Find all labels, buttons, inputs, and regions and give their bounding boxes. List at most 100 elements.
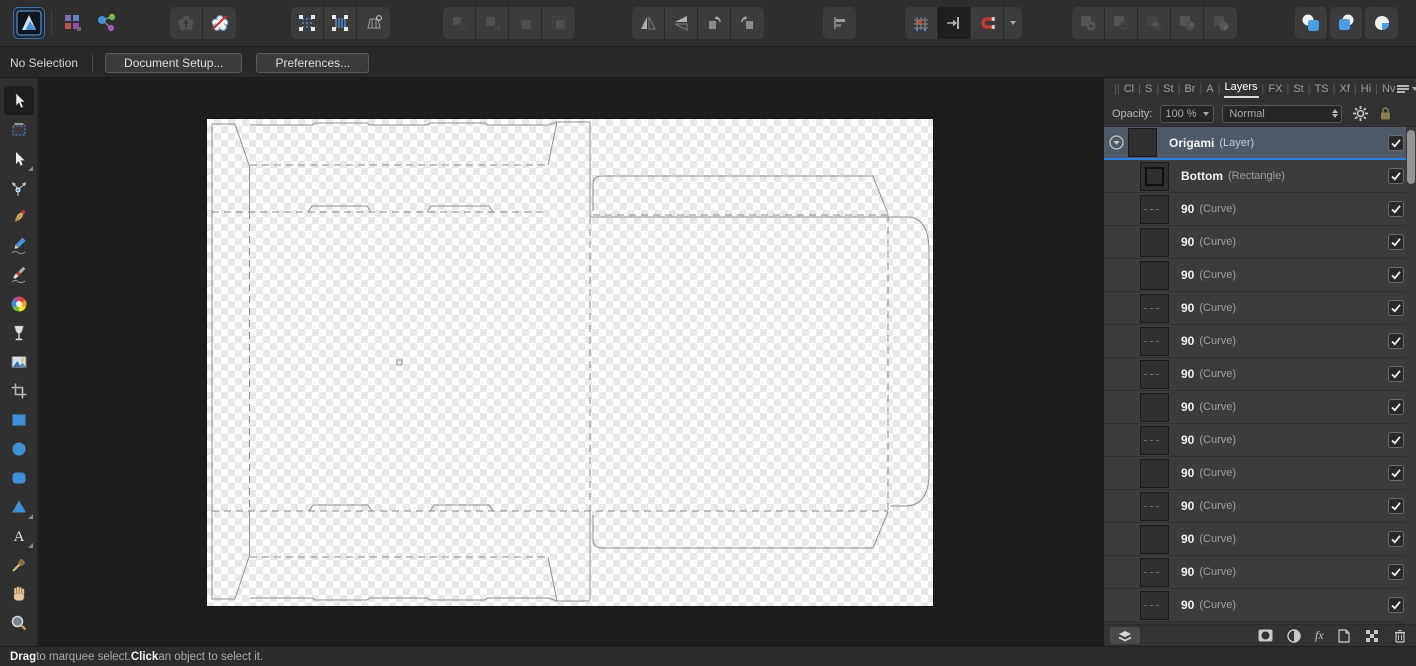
flip-horizontal-button[interactable] xyxy=(632,7,665,39)
boolean-add-button[interactable] xyxy=(1072,7,1105,39)
eyedropper-tool[interactable] xyxy=(4,550,34,579)
layer-row-bottom[interactable]: Bottom (Rectangle) xyxy=(1104,160,1416,193)
layer-effects-button[interactable]: fx xyxy=(1315,628,1324,643)
text-tool[interactable]: A xyxy=(4,521,34,550)
layer-row-90[interactable]: 90 (Curve) xyxy=(1104,358,1416,391)
panel-tab-cl[interactable]: Cl xyxy=(1123,83,1135,95)
move-to-front-button[interactable] xyxy=(443,7,476,39)
boolean-divide-button[interactable] xyxy=(1171,7,1204,39)
ellipse-tool[interactable] xyxy=(4,434,34,463)
point-transform-tool[interactable] xyxy=(4,173,34,202)
layer-name[interactable]: 90 xyxy=(1181,334,1194,348)
layer-name[interactable]: 90 xyxy=(1181,235,1194,249)
scrollbar-track[interactable] xyxy=(1406,127,1416,624)
adjustment-layer-button[interactable] xyxy=(1287,628,1301,643)
layer-visibility-checkbox[interactable] xyxy=(1388,168,1404,184)
layer-thumbnail[interactable] xyxy=(1140,524,1169,554)
layer-thumbnail[interactable] xyxy=(1140,326,1169,356)
insert-behind-button[interactable] xyxy=(1295,7,1328,39)
boolean-subtract-button[interactable] xyxy=(1105,7,1138,39)
layer-thumbnail[interactable] xyxy=(1140,491,1169,521)
hand-tool[interactable] xyxy=(4,579,34,608)
rectangle-tool[interactable] xyxy=(4,405,34,434)
layer-name[interactable]: 90 xyxy=(1181,268,1194,282)
layer-visibility-checkbox[interactable] xyxy=(1388,531,1404,547)
defaults-revert-button[interactable] xyxy=(203,7,236,39)
crop-tool[interactable] xyxy=(4,376,34,405)
boolean-combine-button[interactable] xyxy=(1204,7,1237,39)
panel-tab-st[interactable]: St xyxy=(1292,83,1304,95)
layer-thumbnail[interactable] xyxy=(1140,227,1169,257)
zoom-tool[interactable] xyxy=(4,608,34,637)
designer-persona-button[interactable] xyxy=(14,8,44,38)
pencil-tool[interactable] xyxy=(4,231,34,260)
pixel-align-button[interactable] xyxy=(938,7,971,39)
layer-row-90[interactable]: 90 (Curve) xyxy=(1104,226,1416,259)
layer-visibility-checkbox[interactable] xyxy=(1388,234,1404,250)
document-canvas[interactable] xyxy=(207,119,933,606)
layer-name[interactable]: 90 xyxy=(1181,400,1194,414)
panel-tab-layers[interactable]: Layers xyxy=(1223,81,1259,98)
new-layer-icon[interactable] xyxy=(1338,628,1350,643)
move-forward-button[interactable] xyxy=(476,7,509,39)
layer-name[interactable]: 90 xyxy=(1181,598,1194,612)
layer-name[interactable]: 90 xyxy=(1181,532,1194,546)
layer-thumbnail[interactable] xyxy=(1140,458,1169,488)
layer-row-90[interactable]: 90 (Curve) xyxy=(1104,325,1416,358)
rotate-ccw-button[interactable] xyxy=(698,7,731,39)
pen-tool[interactable] xyxy=(4,202,34,231)
mask-layer-button[interactable] xyxy=(1258,629,1273,642)
layer-row-90[interactable]: 90 (Curve) xyxy=(1104,292,1416,325)
layer-visibility-checkbox[interactable] xyxy=(1388,432,1404,448)
alignment-button[interactable] xyxy=(823,7,856,39)
layer-thumbnail[interactable] xyxy=(1140,293,1169,323)
artboard-tool[interactable] xyxy=(4,115,34,144)
vector-brush-tool[interactable] xyxy=(4,260,34,289)
transparency-tool[interactable] xyxy=(4,318,34,347)
panel-tab-br[interactable]: Br xyxy=(1183,83,1196,95)
layer-name[interactable]: 90 xyxy=(1181,565,1194,579)
layer-visibility-checkbox[interactable] xyxy=(1388,267,1404,283)
panel-tab-xf[interactable]: Xf xyxy=(1339,83,1351,95)
panel-tab-hi[interactable]: Hi xyxy=(1360,83,1372,95)
layer-thumbnail[interactable] xyxy=(1140,260,1169,290)
layer-thumbnail[interactable] xyxy=(1140,557,1169,587)
layer-visibility-checkbox[interactable] xyxy=(1388,399,1404,415)
layer-visibility-checkbox[interactable] xyxy=(1388,597,1404,613)
boolean-intersect-button[interactable] xyxy=(1138,7,1171,39)
snapping-caret-button[interactable] xyxy=(1004,7,1022,39)
layer-visibility-checkbox[interactable] xyxy=(1388,333,1404,349)
layer-name[interactable]: 90 xyxy=(1181,367,1194,381)
move-to-back-button[interactable] xyxy=(542,7,575,39)
layer-thumbnail[interactable] xyxy=(1140,590,1169,620)
panel-tab-s[interactable]: S xyxy=(1144,83,1153,95)
panel-tab-st[interactable]: St xyxy=(1162,83,1174,95)
layer-visibility-checkbox[interactable] xyxy=(1388,498,1404,514)
move-tool[interactable] xyxy=(3,86,34,115)
opacity-dropdown[interactable]: 100 % xyxy=(1160,104,1215,123)
gear-icon[interactable] xyxy=(1352,105,1369,122)
layer-name[interactable]: Bottom xyxy=(1181,169,1223,183)
place-image-tool[interactable] xyxy=(4,347,34,376)
layer-name[interactable]: 90 xyxy=(1181,301,1194,315)
delete-layer-icon[interactable] xyxy=(1394,629,1406,643)
scrollbar-thumb[interactable] xyxy=(1407,130,1415,184)
layer-expand-arrow[interactable] xyxy=(1104,135,1128,150)
insert-inside-button[interactable] xyxy=(1330,7,1363,39)
color-wheel-tool[interactable] xyxy=(4,289,34,318)
layer-name[interactable]: 90 xyxy=(1181,466,1194,480)
marquee-lines-button[interactable] xyxy=(324,7,357,39)
layer-name[interactable]: Origami xyxy=(1169,136,1214,150)
pixel-persona-button[interactable] xyxy=(58,8,88,38)
rounded-rectangle-tool[interactable] xyxy=(4,463,34,492)
document-viewport[interactable] xyxy=(39,78,1104,646)
layer-name[interactable]: 90 xyxy=(1181,202,1194,216)
node-tool[interactable] xyxy=(4,144,34,173)
defaults-sync-button[interactable] xyxy=(170,7,203,39)
lock-icon[interactable] xyxy=(1379,106,1392,121)
layer-name[interactable]: 90 xyxy=(1181,433,1194,447)
triangle-tool[interactable] xyxy=(4,492,34,521)
layer-visibility-checkbox[interactable] xyxy=(1388,366,1404,382)
layer-thumbnail[interactable] xyxy=(1140,425,1169,455)
move-backward-button[interactable] xyxy=(509,7,542,39)
